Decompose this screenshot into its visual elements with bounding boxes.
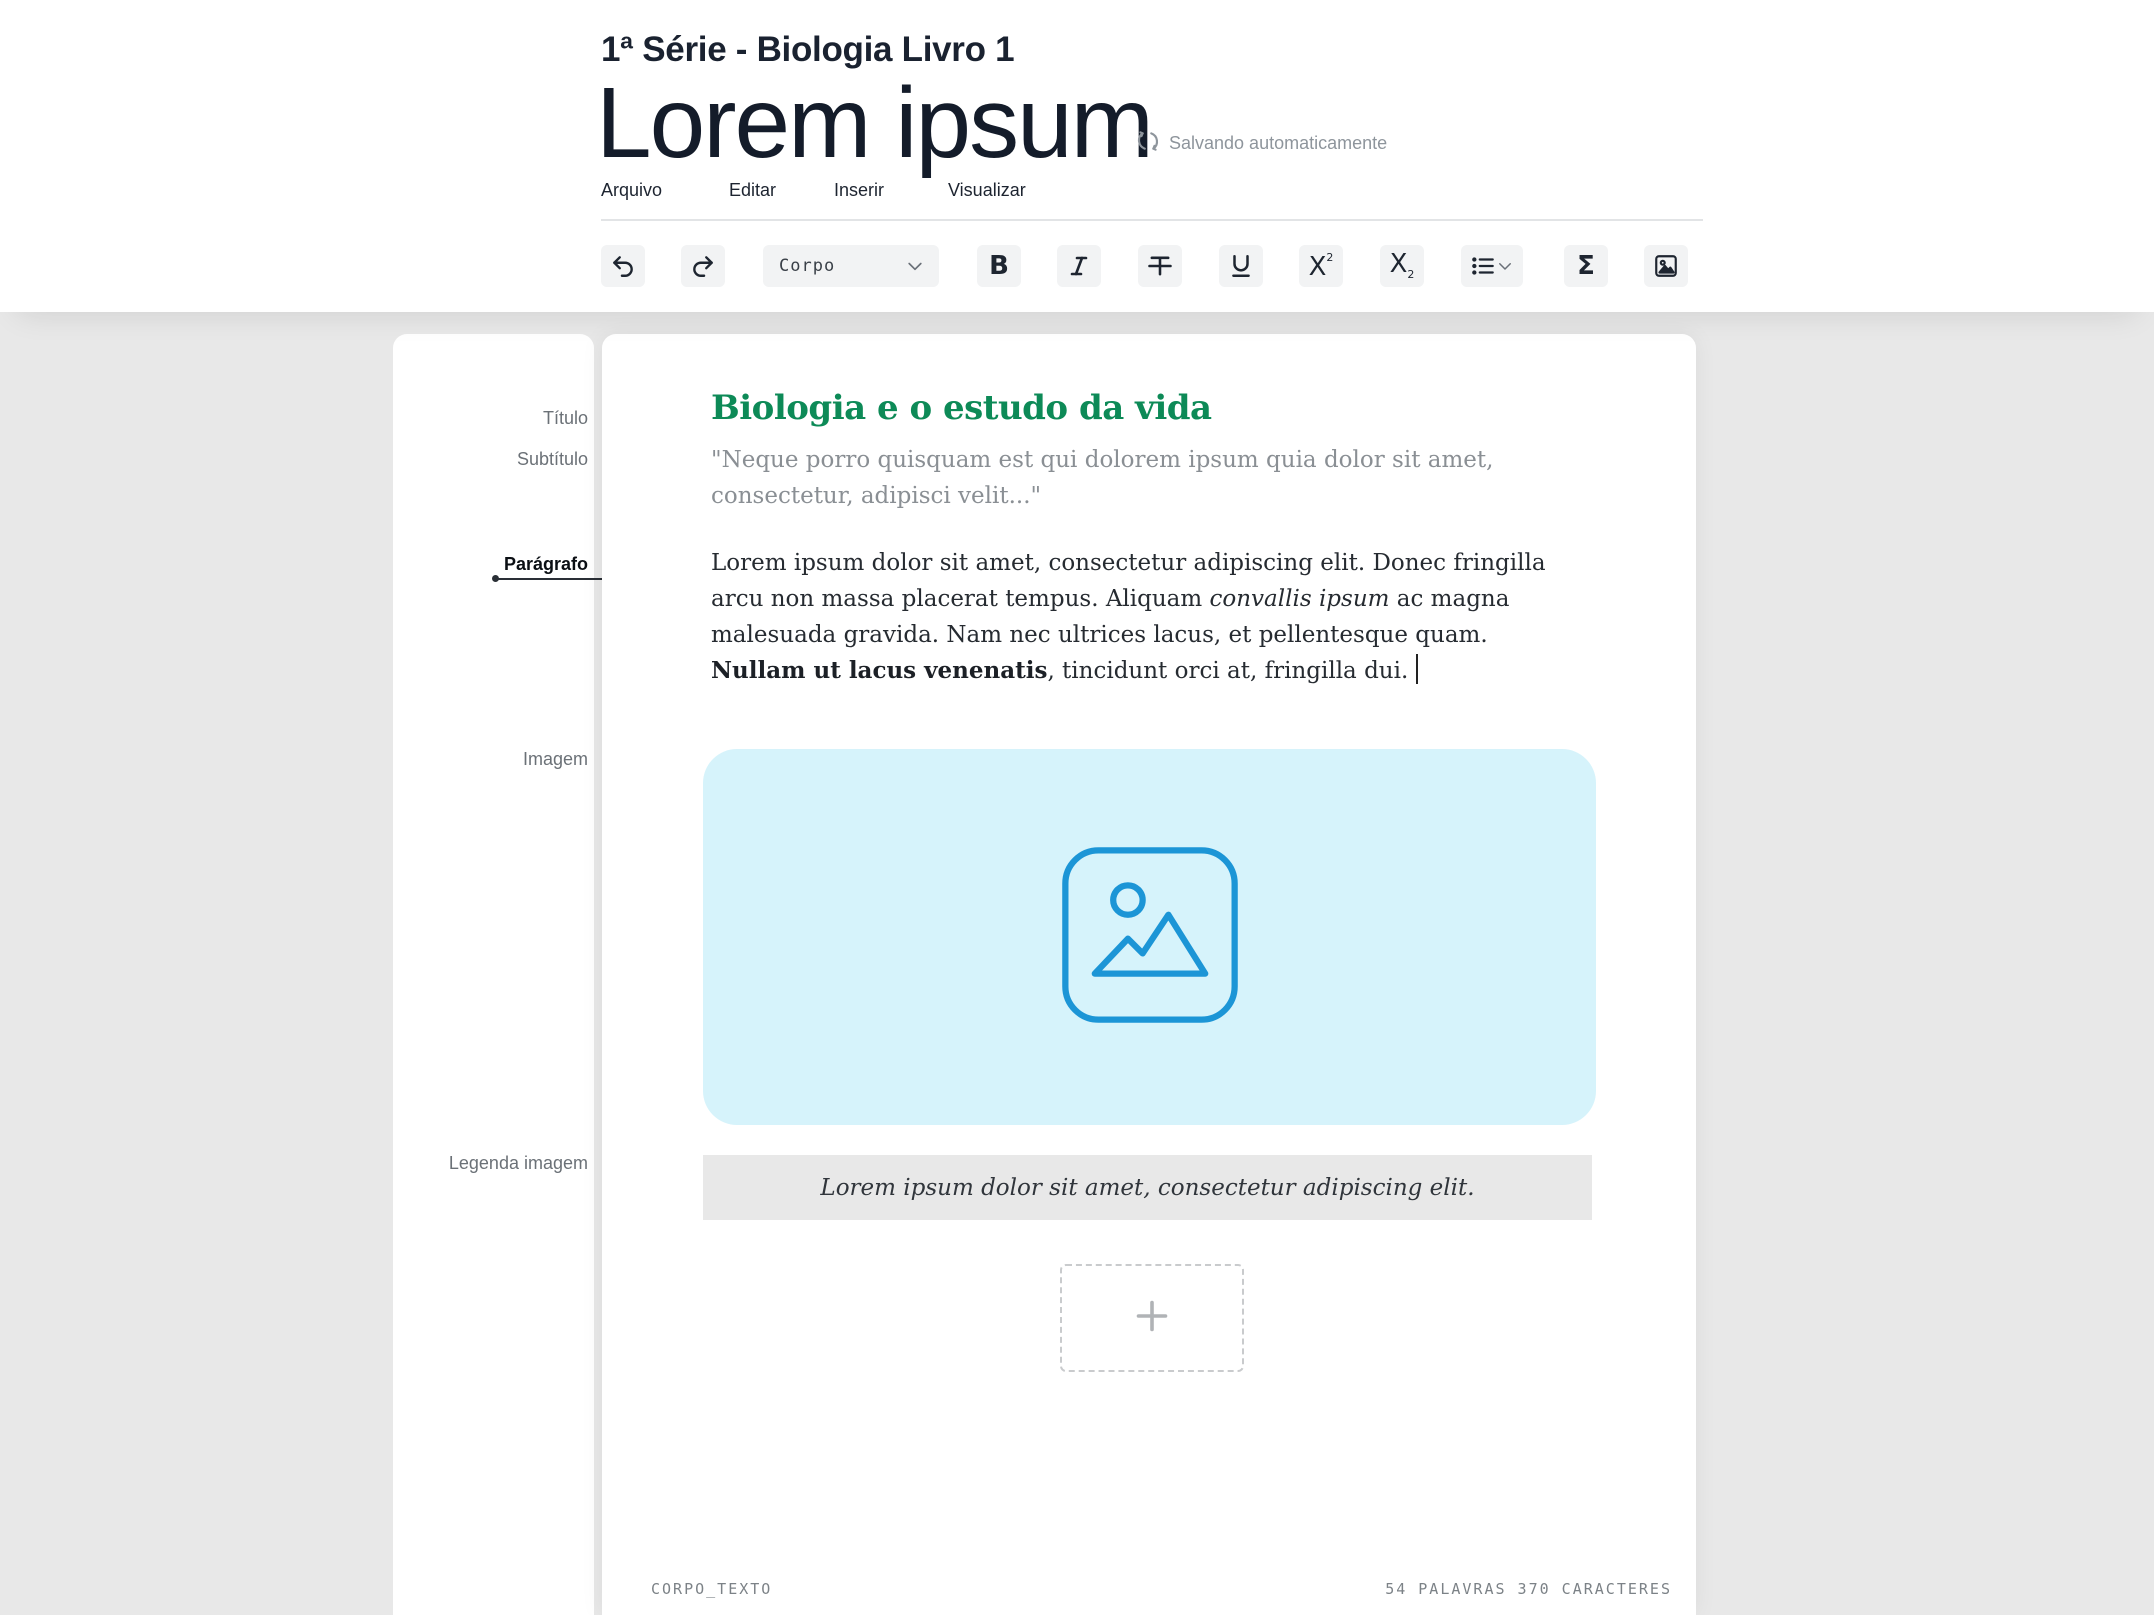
list-chevron-icon xyxy=(1496,257,1514,275)
block-labels-panel xyxy=(393,334,594,1615)
header-divider xyxy=(601,219,1703,221)
list-icon xyxy=(1470,253,1496,279)
block-label-caption: Legenda imagem xyxy=(448,1153,588,1173)
sync-icon xyxy=(1135,128,1161,159)
undo-button[interactable] xyxy=(601,245,645,287)
image-placeholder[interactable] xyxy=(703,749,1596,1125)
block-label-paragraph: Parágrafo xyxy=(503,554,588,574)
equation-button[interactable]: Σ xyxy=(1564,245,1608,287)
current-block-style: CORPO_TEXTO xyxy=(651,1580,773,1598)
undo-icon xyxy=(610,253,636,279)
menu-inserir[interactable]: Inserir xyxy=(834,180,948,201)
image-icon xyxy=(1058,843,1242,1032)
paragraph-italic-text: convallis ipsum xyxy=(1209,586,1390,612)
autosave-label: Salvando automaticamente xyxy=(1169,133,1388,153)
list-button[interactable] xyxy=(1461,245,1523,287)
menu-visualizar[interactable]: Visualizar xyxy=(948,180,1026,201)
sigma-icon: Σ xyxy=(1577,251,1595,281)
text-cursor xyxy=(1416,654,1419,684)
content-paragraph[interactable]: Lorem ipsum dolor sit amet, consectetur … xyxy=(711,545,1581,689)
subscript-button[interactable]: X2 xyxy=(1380,245,1424,287)
formatting-toolbar: Corpo B X2 X2 Σ xyxy=(601,245,1701,287)
underline-icon xyxy=(1228,253,1254,279)
bold-button[interactable]: B xyxy=(977,245,1021,287)
word-char-count: 54 PALAVRAS 370 CARACTERES xyxy=(1385,1580,1672,1598)
image-caption[interactable]: Lorem ipsum dolor sit amet, consectetur … xyxy=(703,1155,1592,1220)
text-style-value: Corpo xyxy=(779,256,836,276)
content-title[interactable]: Biologia e o estudo da vida xyxy=(711,388,1212,428)
italic-button[interactable] xyxy=(1057,245,1101,287)
chevron-down-icon xyxy=(905,256,925,276)
editor-header: 1ª Série - Biologia Livro 1 Lorem ipsum … xyxy=(0,0,2154,312)
block-label-subtitle: Subtítulo xyxy=(516,449,588,469)
autosave-status: Salvando automaticamente xyxy=(1135,128,1387,159)
menu-arquivo[interactable]: Arquivo xyxy=(601,180,729,201)
bold-icon: B xyxy=(989,251,1009,281)
book-series: 1ª Série - Biologia Livro 1 xyxy=(601,30,1015,69)
insert-image-button[interactable] xyxy=(1644,245,1688,287)
redo-icon xyxy=(690,253,716,279)
paragraph-text: , tincidunt orci at, fringilla dui. xyxy=(1047,658,1409,684)
menu-editar[interactable]: Editar xyxy=(729,180,834,201)
subscript-icon: X2 xyxy=(1389,249,1415,282)
redo-button[interactable] xyxy=(681,245,725,287)
content-subtitle[interactable]: "Neque porro quisquam est qui dolorem ip… xyxy=(711,442,1551,514)
underline-button[interactable] xyxy=(1219,245,1263,287)
document-title[interactable]: Lorem ipsum xyxy=(596,68,1154,178)
italic-icon xyxy=(1067,254,1091,278)
block-label-image: Imagem xyxy=(522,749,588,769)
strikethrough-button[interactable] xyxy=(1138,245,1182,287)
plus-icon xyxy=(1134,1298,1170,1339)
block-label-title: Título xyxy=(542,408,588,428)
superscript-icon: X2 xyxy=(1308,251,1334,282)
text-style-select[interactable]: Corpo xyxy=(763,245,939,287)
strikethrough-icon xyxy=(1146,252,1174,280)
menu-bar: Arquivo Editar Inserir Visualizar xyxy=(601,180,1026,201)
superscript-button[interactable]: X2 xyxy=(1299,245,1343,287)
image-icon xyxy=(1653,253,1679,279)
paragraph-bold-text: Nullam ut lacus venenatis xyxy=(711,657,1048,684)
add-block-button[interactable] xyxy=(1060,1264,1244,1372)
